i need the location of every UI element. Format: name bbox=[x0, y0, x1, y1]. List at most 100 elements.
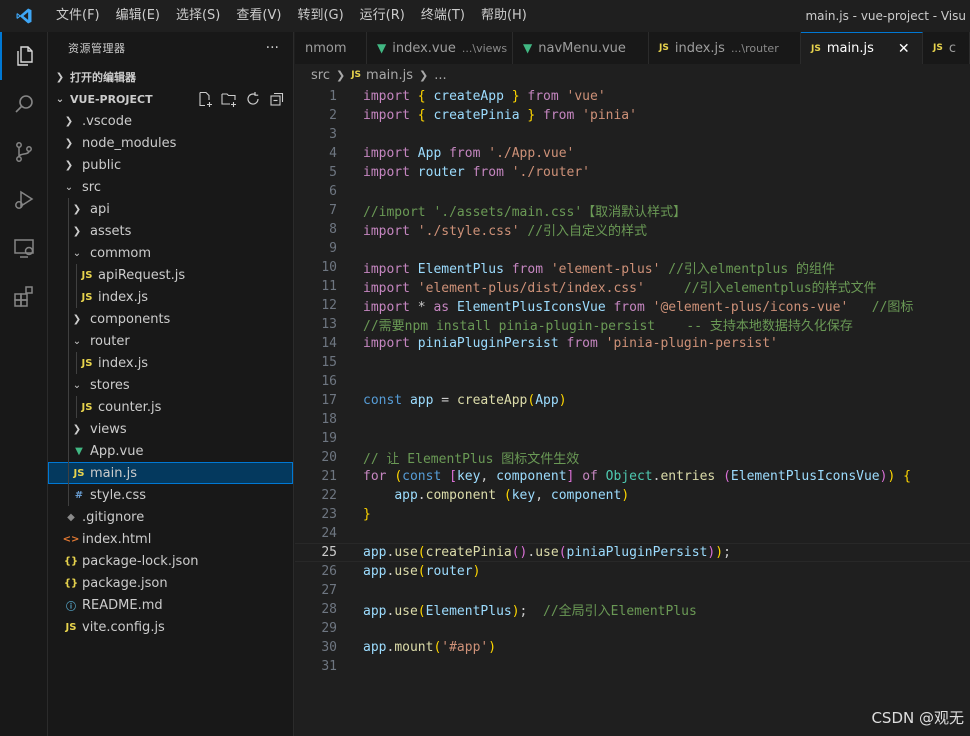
editor-tab[interactable]: ▼ navMenu.vue bbox=[513, 32, 649, 64]
file-item[interactable]: # style.css bbox=[48, 484, 293, 506]
editor-tab[interactable]: ▼ index.vue ...\views bbox=[367, 32, 513, 64]
code-line[interactable]: 23} bbox=[295, 505, 970, 524]
code-line[interactable]: 14 import piniaPluginPersist from 'pinia-… bbox=[295, 334, 970, 353]
tree-item-label: node_modules bbox=[82, 135, 177, 151]
code-line[interactable]: 18 bbox=[295, 410, 970, 429]
menu-item[interactable]: 转到(G) bbox=[289, 0, 351, 32]
file-item[interactable]: {} package.json bbox=[48, 572, 293, 594]
folder-item[interactable]: ⌄ commom bbox=[48, 242, 293, 264]
file-item[interactable]: JS main.js bbox=[48, 462, 293, 484]
code-line[interactable]: 29 bbox=[295, 619, 970, 638]
editor-tab[interactable]: nmom bbox=[295, 32, 367, 64]
code-line[interactable]: 16 bbox=[295, 372, 970, 391]
folder-item[interactable]: ❯ views bbox=[48, 418, 293, 440]
code-line[interactable]: 9 bbox=[295, 239, 970, 258]
menu-item[interactable]: 文件(F) bbox=[48, 0, 108, 32]
close-icon[interactable]: ✕ bbox=[898, 41, 910, 57]
folder-item[interactable]: ⌄ router bbox=[48, 330, 293, 352]
file-item[interactable]: ◆ .gitignore bbox=[48, 506, 293, 528]
source-control-icon[interactable] bbox=[0, 128, 48, 176]
code-line[interactable]: 7 //import './assets/main.css'【取消默认样式】 bbox=[295, 201, 970, 220]
new-folder-icon[interactable] bbox=[221, 91, 237, 107]
line-number: 15 bbox=[321, 355, 337, 370]
folder-item[interactable]: ❯ api bbox=[48, 198, 293, 220]
explorer-icon[interactable] bbox=[0, 32, 48, 80]
file-item[interactable]: JS apiRequest.js bbox=[48, 264, 293, 286]
project-section[interactable]: ⌄ VUE-PROJECT bbox=[48, 88, 293, 110]
menu-item[interactable]: 帮助(H) bbox=[473, 0, 535, 32]
breadcrumb-more[interactable]: ... bbox=[434, 68, 446, 83]
code-line[interactable]: 28 app.use(ElementPlus); //全局引入ElementPlu… bbox=[295, 600, 970, 619]
code-line[interactable]: 4 import App from './App.vue' bbox=[295, 144, 970, 163]
file-item[interactable]: ▼ App.vue bbox=[48, 440, 293, 462]
menu-item[interactable]: 选择(S) bbox=[168, 0, 228, 32]
file-item[interactable]: JS vite.config.js bbox=[48, 616, 293, 638]
search-icon[interactable] bbox=[0, 80, 48, 128]
vue-file-icon: ▼ bbox=[75, 445, 83, 457]
refresh-icon[interactable] bbox=[245, 91, 261, 107]
code-line[interactable]: 31 bbox=[295, 657, 970, 676]
file-item[interactable]: ⓘ README.md bbox=[48, 594, 293, 616]
line-number: 6 bbox=[329, 184, 337, 199]
code-line[interactable]: 6 bbox=[295, 182, 970, 201]
editor-tab[interactable]: JS main.js ✕ bbox=[801, 32, 923, 64]
code-line[interactable]: 22 app.component (key, component) bbox=[295, 486, 970, 505]
folder-item[interactable]: ❯ node_modules bbox=[48, 132, 293, 154]
folder-item[interactable]: ❯ public bbox=[48, 154, 293, 176]
tree-item-label: counter.js bbox=[98, 399, 162, 415]
code-line[interactable]: 10 import ElementPlus from 'element-plus'… bbox=[295, 258, 970, 277]
code-line[interactable]: 20 // 让 ElementPlus 图标文件生效 bbox=[295, 448, 970, 467]
code-line[interactable]: 1 import { createApp } from 'vue' bbox=[295, 87, 970, 106]
indent-guide bbox=[68, 264, 69, 286]
folder-item[interactable]: ❯ .vscode bbox=[48, 110, 293, 132]
code-line[interactable]: 3 bbox=[295, 125, 970, 144]
code-line[interactable]: 11 import 'element-plus/dist/index.css' /… bbox=[295, 277, 970, 296]
code-line[interactable]: 19 bbox=[295, 429, 970, 448]
tree-item-label: main.js bbox=[90, 465, 137, 481]
menu-item[interactable]: 终端(T) bbox=[413, 0, 473, 32]
file-item[interactable]: JS index.js bbox=[48, 286, 293, 308]
extensions-icon[interactable] bbox=[0, 272, 48, 320]
folder-item[interactable]: ❯ assets bbox=[48, 220, 293, 242]
folder-item[interactable]: ⌄ src bbox=[48, 176, 293, 198]
code-line[interactable]: 13 //需要npm install pinia-plugin-persist -… bbox=[295, 315, 970, 334]
js-file-icon: JS bbox=[933, 43, 943, 53]
menu-item[interactable]: 运行(R) bbox=[352, 0, 413, 32]
menu-item[interactable]: 编辑(E) bbox=[108, 0, 168, 32]
code-editor[interactable]: 1 import { createApp } from 'vue' 2 import … bbox=[295, 86, 970, 736]
code-line[interactable]: 8 import './style.css' //引入自定义的样式 bbox=[295, 220, 970, 239]
code-line[interactable]: 21 for (const [key, component] of Object.… bbox=[295, 467, 970, 486]
code-line[interactable]: 15 bbox=[295, 353, 970, 372]
code-line[interactable]: 30 app.mount('#app') bbox=[295, 638, 970, 657]
code-line[interactable]: 25 app.use(createPinia().use(piniaPluginP… bbox=[295, 543, 970, 562]
code-line[interactable]: 17 const app = createApp(App) bbox=[295, 391, 970, 410]
code-text: //需要npm install pinia-plugin-persist -- … bbox=[363, 319, 853, 334]
breadcrumb-folder[interactable]: src bbox=[311, 68, 330, 83]
menu-item[interactable]: 查看(V) bbox=[228, 0, 289, 32]
folder-item[interactable]: ❯ components bbox=[48, 308, 293, 330]
code-line[interactable]: 5 import router from './router' bbox=[295, 163, 970, 182]
file-item[interactable]: JS index.js bbox=[48, 352, 293, 374]
tree-item-label: router bbox=[90, 333, 130, 349]
editor-tab[interactable]: JS index.js ...\router bbox=[649, 32, 801, 64]
more-actions-button[interactable]: ··· bbox=[266, 40, 279, 56]
line-number: 20 bbox=[321, 450, 337, 465]
code-line[interactable]: 26 app.use(router) bbox=[295, 562, 970, 581]
breadcrumb-file[interactable]: main.js bbox=[366, 68, 413, 83]
new-file-icon[interactable] bbox=[197, 91, 213, 107]
code-line[interactable]: 27 bbox=[295, 581, 970, 600]
js-file-icon: JS bbox=[81, 269, 93, 281]
editor-tab[interactable]: JS c bbox=[923, 32, 970, 64]
folder-item[interactable]: ⌄ stores bbox=[48, 374, 293, 396]
code-line[interactable]: 24 bbox=[295, 524, 970, 543]
run-debug-icon[interactable] bbox=[0, 176, 48, 224]
remote-explorer-icon[interactable] bbox=[0, 224, 48, 272]
file-item[interactable]: <> index.html bbox=[48, 528, 293, 550]
code-line[interactable]: 2 import { createPinia } from 'pinia' bbox=[295, 106, 970, 125]
code-line[interactable]: 12 import * as ElementPlusIconsVue from '… bbox=[295, 296, 970, 315]
collapse-all-icon[interactable] bbox=[269, 91, 285, 107]
file-item[interactable]: {} package-lock.json bbox=[48, 550, 293, 572]
line-number: 22 bbox=[321, 488, 337, 503]
open-editors-section[interactable]: ❯ 打开的编辑器 bbox=[48, 66, 293, 88]
file-item[interactable]: JS counter.js bbox=[48, 396, 293, 418]
